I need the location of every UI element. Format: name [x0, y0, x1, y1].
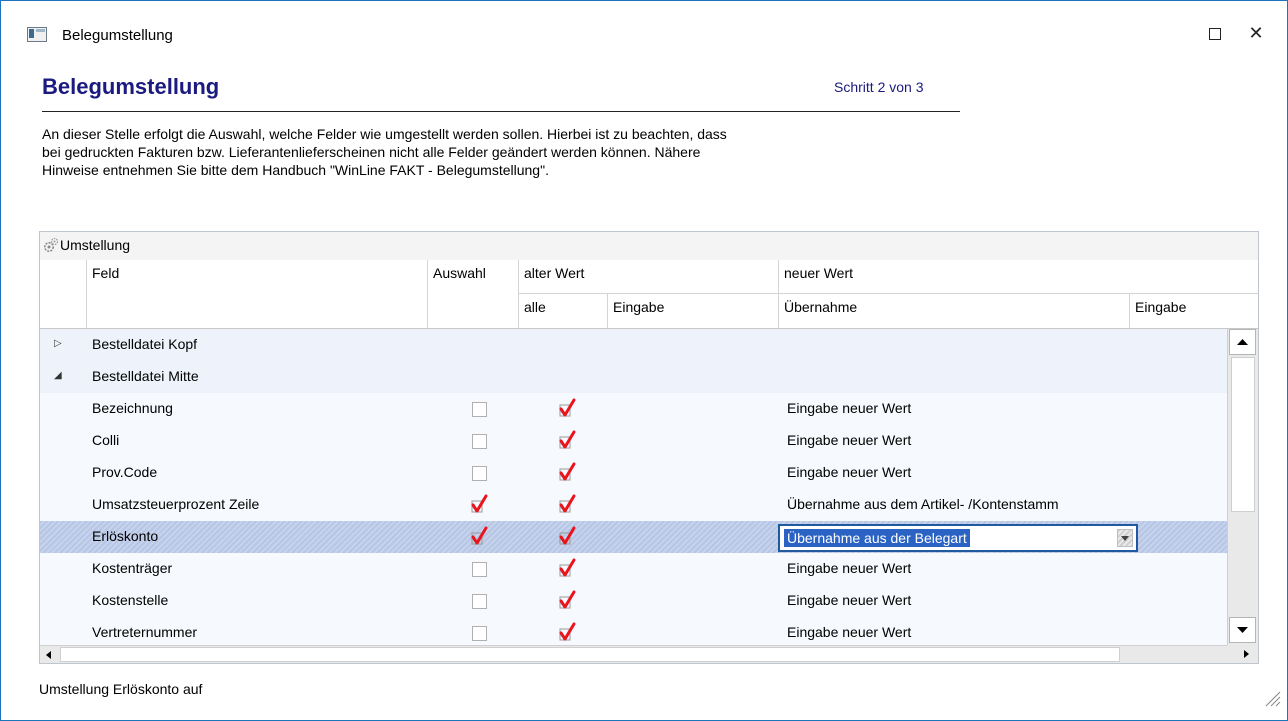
title-bar[interactable]: Belegumstellung ✕ — [1, 1, 1287, 44]
table-row[interactable]: Colli Eingabe neuer Wert — [40, 425, 1227, 457]
app-icon — [27, 27, 47, 42]
gear-icon — [44, 237, 59, 252]
uebernahme-value: Eingabe neuer Wert — [787, 432, 912, 448]
uebernahme-dropdown[interactable]: Übernahme aus der Belegart — [778, 524, 1138, 552]
uebernahme-value[interactable]: Übernahme aus der Belegart — [784, 529, 970, 547]
table-row[interactable]: Kostenstelle Eingabe neuer Wert — [40, 585, 1227, 617]
column-header-eingabe-alt[interactable]: Eingabe — [607, 294, 778, 328]
table-row[interactable]: Prov.Code Eingabe neuer Wert — [40, 457, 1227, 489]
close-button[interactable]: ✕ — [1241, 21, 1271, 45]
hscroll-thumb[interactable] — [60, 647, 1120, 662]
auswahl-checkbox[interactable] — [472, 434, 487, 449]
checkmark-icon[interactable] — [558, 494, 576, 514]
column-header-feld[interactable]: Feld — [86, 260, 427, 328]
dialog-window: Belegumstellung ✕ Belegumstellung Schrit… — [0, 0, 1288, 721]
uebernahme-value: Übernahme aus dem Artikel- /Kontenstamm — [787, 496, 1059, 512]
auswahl-checkbox[interactable] — [472, 626, 487, 641]
step-indicator: Schritt 2 von 3 — [834, 79, 924, 95]
scroll-thumb[interactable] — [1231, 357, 1255, 512]
field-label: Kostenstelle — [92, 592, 169, 608]
close-icon: ✕ — [1248, 23, 1264, 43]
checkmark-icon[interactable] — [558, 398, 576, 418]
intro-line: An dieser Stelle erfolgt die Auswahl, we… — [42, 126, 727, 142]
uebernahme-value: Eingabe neuer Wert — [787, 624, 912, 640]
group-row[interactable]: ◢ Bestelldatei Mitte — [40, 361, 1227, 393]
auswahl-checkbox[interactable] — [472, 594, 487, 609]
arrow-left-icon[interactable] — [42, 648, 56, 662]
field-label: Umsatzsteuerprozent Zeile — [92, 496, 260, 512]
checkmark-icon[interactable] — [470, 494, 488, 514]
intro-line: Hinweise entnehmen Sie bitte dem Handbuc… — [42, 162, 549, 178]
uebernahme-value: Eingabe neuer Wert — [787, 560, 912, 576]
arrow-up-icon — [1237, 339, 1248, 345]
group-label: Bestelldatei Kopf — [92, 336, 198, 352]
grid-title: Umstellung — [60, 237, 131, 253]
field-label: Colli — [92, 432, 120, 448]
window-title: Belegumstellung — [62, 27, 173, 44]
column-header-uebernahme[interactable]: Übernahme — [778, 294, 1129, 328]
checkmark-icon[interactable] — [470, 526, 488, 546]
column-header-alle[interactable]: alle — [518, 294, 607, 328]
status-text: Umstellung Erlöskonto auf — [39, 681, 203, 697]
column-header-auswahl[interactable]: Auswahl — [427, 260, 518, 328]
scroll-corner — [1227, 645, 1258, 663]
table-row[interactable]: Kostenträger Eingabe neuer Wert — [40, 553, 1227, 585]
grid-body: ▷ Bestelldatei Kopf ◢ Bestelldatei Mitte Bez… — [40, 329, 1227, 645]
arrow-down-icon — [1237, 627, 1248, 633]
checkmark-icon[interactable] — [558, 462, 576, 482]
scroll-up-button[interactable] — [1229, 329, 1256, 355]
arrow-right-icon[interactable] — [1239, 647, 1253, 661]
maximize-icon — [1209, 28, 1221, 40]
table-row[interactable]: Erlöskonto Übernahme aus der Belegart — [40, 521, 1227, 553]
column-header-neuer-wert[interactable]: neuer Wert — [778, 260, 1258, 294]
checkmark-icon[interactable] — [558, 526, 576, 546]
checkmark-icon[interactable] — [558, 430, 576, 450]
uebernahme-value: Eingabe neuer Wert — [787, 400, 912, 416]
column-header-alter-wert[interactable]: alter Wert — [518, 260, 778, 294]
field-label: Vertreternummer — [92, 624, 198, 640]
expand-arrow-icon[interactable]: ▷ — [54, 338, 62, 349]
auswahl-checkbox[interactable] — [472, 562, 487, 577]
field-label: Prov.Code — [92, 464, 158, 480]
group-label: Bestelldatei Mitte — [92, 368, 199, 384]
uebernahme-value: Eingabe neuer Wert — [787, 464, 912, 480]
page-title: Belegumstellung — [42, 74, 220, 99]
grid-title-bar: Umstellung — [40, 232, 1258, 261]
header-divider — [42, 111, 960, 112]
intro-line: bei gedruckten Fakturen bzw. Lieferanten… — [42, 144, 701, 160]
collapse-arrow-icon[interactable]: ◢ — [54, 370, 62, 381]
vertical-scrollbar[interactable] — [1227, 329, 1258, 645]
checkmark-icon[interactable] — [558, 558, 576, 578]
column-header-eingabe-neu[interactable]: Eingabe — [1129, 294, 1258, 328]
auswahl-checkbox[interactable] — [472, 402, 487, 417]
umstellung-grid: Umstellung Feld Auswahl alter Wert neuer… — [39, 231, 1259, 664]
field-label: Erlöskonto — [92, 528, 159, 544]
table-row[interactable]: Bezeichnung Eingabe neuer Wert — [40, 393, 1227, 425]
field-label: Bezeichnung — [92, 400, 173, 416]
checkmark-icon[interactable] — [558, 622, 576, 642]
horizontal-scrollbar[interactable] — [40, 645, 1227, 663]
checkmark-icon[interactable] — [558, 590, 576, 610]
scroll-down-button[interactable] — [1229, 617, 1256, 643]
table-row[interactable]: Umsatzsteuerprozent Zeile Übernahme aus d… — [40, 489, 1227, 521]
uebernahme-value: Eingabe neuer Wert — [787, 592, 912, 608]
resize-grip-icon[interactable] — [1259, 685, 1281, 707]
grid-header: Feld Auswahl alter Wert neuer Wert alle … — [40, 260, 1258, 329]
maximize-button[interactable] — [1200, 21, 1230, 45]
group-row[interactable]: ▷ Bestelldatei Kopf — [40, 329, 1227, 361]
table-row[interactable]: Vertreternummer Eingabe neuer Wert — [40, 617, 1227, 645]
auswahl-checkbox[interactable] — [472, 466, 487, 481]
intro-text: An dieser Stelle erfolgt die Auswahl, we… — [42, 125, 942, 179]
field-label: Kostenträger — [92, 560, 173, 576]
chevron-down-icon[interactable] — [1117, 529, 1133, 547]
